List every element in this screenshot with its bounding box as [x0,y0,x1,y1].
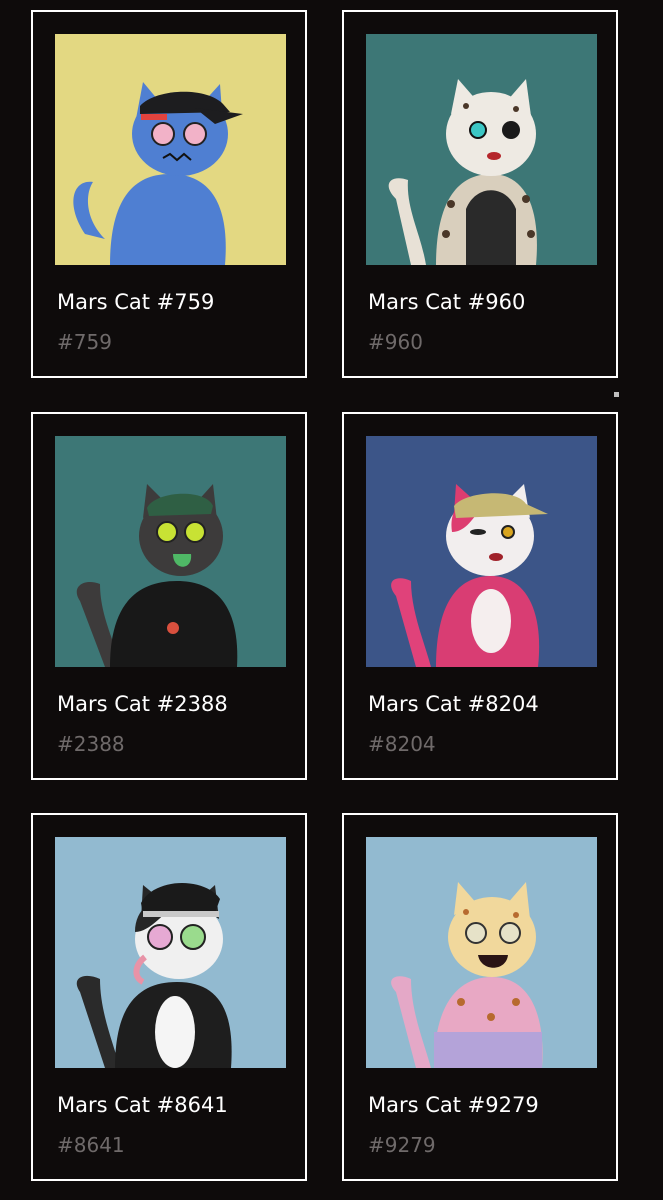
card-title: Mars Cat #9279 [368,1093,539,1117]
black-cat-illustration [55,436,286,667]
card-token-id: #8641 [57,1133,125,1157]
nft-image [55,34,286,265]
card-title: Mars Cat #8204 [368,692,539,716]
nft-card[interactable]: Mars Cat #960 #960 [342,10,618,378]
blue-cat-illustration [55,34,286,265]
card-token-id: #8204 [368,732,436,756]
pink-cat-illustration [366,436,597,667]
nft-image [366,436,597,667]
tuxedo-cat-illustration [55,837,286,1068]
card-token-id: #759 [57,330,112,354]
card-token-id: #2388 [57,732,125,756]
nft-card[interactable]: Mars Cat #9279 #9279 [342,813,618,1181]
card-title: Mars Cat #960 [368,290,526,314]
nft-card[interactable]: Mars Cat #8204 #8204 [342,412,618,780]
nft-card[interactable]: Mars Cat #2388 #2388 [31,412,307,780]
leopard-cat-illustration [366,34,597,265]
nft-image [366,34,597,265]
card-title: Mars Cat #2388 [57,692,228,716]
scroll-indicator [614,392,619,397]
rainbow-leopard-cat-illustration [366,837,597,1068]
card-token-id: #9279 [368,1133,436,1157]
nft-card[interactable]: Mars Cat #759 #759 [31,10,307,378]
card-title: Mars Cat #759 [57,290,215,314]
nft-image [366,837,597,1068]
nft-card[interactable]: Mars Cat #8641 #8641 [31,813,307,1181]
nft-image [55,436,286,667]
card-token-id: #960 [368,330,423,354]
nft-image [55,837,286,1068]
card-title: Mars Cat #8641 [57,1093,228,1117]
